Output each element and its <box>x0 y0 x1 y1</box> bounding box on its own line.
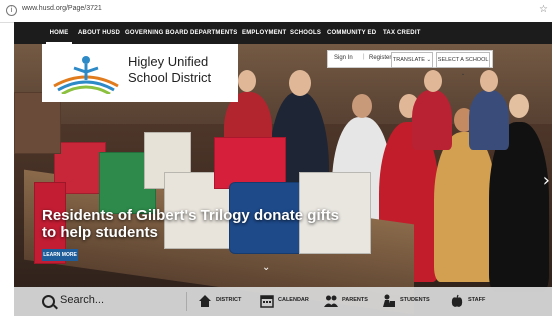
nav-item-employment[interactable]: EMPLOYMENT <box>242 22 286 44</box>
logo-line-1: Higley Unified <box>128 54 209 69</box>
address-url[interactable]: www.husd.org/Page/3721 <box>22 5 102 12</box>
parents-icon <box>324 295 338 307</box>
main-nav: HOME ABOUT HUSD GOVERNING BOARD DEPARTME… <box>14 22 552 44</box>
site-stage: HOME ABOUT HUSD GOVERNING BOARD DEPARTME… <box>14 22 552 316</box>
apple-icon <box>451 294 463 307</box>
nav-item-schools[interactable]: SCHOOLS <box>290 22 321 44</box>
quicklink-label: DISTRICT <box>216 297 242 303</box>
headline-line-2: to help students <box>42 224 158 241</box>
nav-item-departments[interactable]: DEPARTMENTS <box>190 22 237 44</box>
carousel-next-icon[interactable]: › <box>543 170 550 191</box>
nav-item-tax-credit[interactable]: TAX CREDIT <box>383 22 421 44</box>
chevron-down-icon: ⌄ <box>426 57 432 63</box>
quicklink-label: STAFF <box>468 297 486 303</box>
select-school-dropdown[interactable]: SELECT A SCHOOL ⌄ <box>436 52 490 77</box>
nav-item-home[interactable]: HOME <box>44 22 74 44</box>
quicklink-students[interactable]: STUDENTS <box>380 287 442 316</box>
logo-mark-icon <box>53 56 119 94</box>
translate-label: TRANSLATE <box>392 57 425 63</box>
learn-more-button[interactable]: LEARN MORE <box>42 249 78 261</box>
select-school-label: SELECT A SCHOOL <box>437 57 489 63</box>
register-link[interactable]: Register <box>369 55 391 61</box>
person-head <box>352 94 372 118</box>
bookmark-star-icon[interactable]: ☆ <box>539 4 548 15</box>
search-input[interactable]: Search... <box>60 294 104 306</box>
quicklink-parents[interactable]: PARENTS <box>322 287 378 316</box>
hero-headline[interactable]: Residents of Gilbert's Trilogy donate gi… <box>42 207 372 241</box>
nav-item-governing-board[interactable]: GOVERNING BOARD <box>125 22 188 44</box>
students-icon <box>383 294 395 307</box>
info-icon[interactable]: i <box>6 5 17 16</box>
person-head <box>289 70 311 96</box>
chevron-down-icon: ⌄ <box>460 71 466 77</box>
scroll-down-icon[interactable]: ⌄ <box>262 262 270 273</box>
quicklink-calendar[interactable]: CALENDAR <box>258 287 320 316</box>
headline-line-1: Residents of Gilbert's Trilogy donate gi… <box>42 207 339 224</box>
nav-item-community-ed[interactable]: COMMUNITY ED <box>327 22 376 44</box>
logo-line-2: School District <box>128 70 212 85</box>
person-head <box>509 94 529 118</box>
district-logo[interactable]: Higley Unified School District <box>42 44 238 102</box>
sign-in-link[interactable]: Sign In <box>334 55 353 61</box>
calendar-icon <box>260 295 274 308</box>
translate-dropdown[interactable]: TRANSLATE ⌄ <box>391 52 433 68</box>
person <box>469 90 509 150</box>
quicklink-label: PARENTS <box>342 297 368 303</box>
quicklink-staff[interactable]: STAFF <box>448 287 498 316</box>
nav-item-about[interactable]: ABOUT HUSD <box>78 22 120 44</box>
person <box>434 132 496 282</box>
quicklink-label: STUDENTS <box>400 297 430 303</box>
account-separator: | <box>363 54 365 60</box>
person <box>412 90 452 150</box>
person-head <box>480 70 498 92</box>
person-head <box>424 70 442 92</box>
home-icon <box>199 295 211 307</box>
account-bar: Sign In | Register TRANSLATE ⌄ SELECT A … <box>327 50 493 77</box>
browser-address-bar[interactable]: i www.husd.org/Page/3721 ☆ <box>0 0 552 23</box>
person-head <box>238 70 256 92</box>
divider <box>186 292 187 311</box>
quicklink-label: CALENDAR <box>278 297 309 303</box>
quicklinks-bar: Search... DISTRICT CALENDAR PARENTS STUD… <box>14 287 552 316</box>
quicklink-district[interactable]: DISTRICT <box>194 287 256 316</box>
search-icon[interactable] <box>42 295 55 308</box>
